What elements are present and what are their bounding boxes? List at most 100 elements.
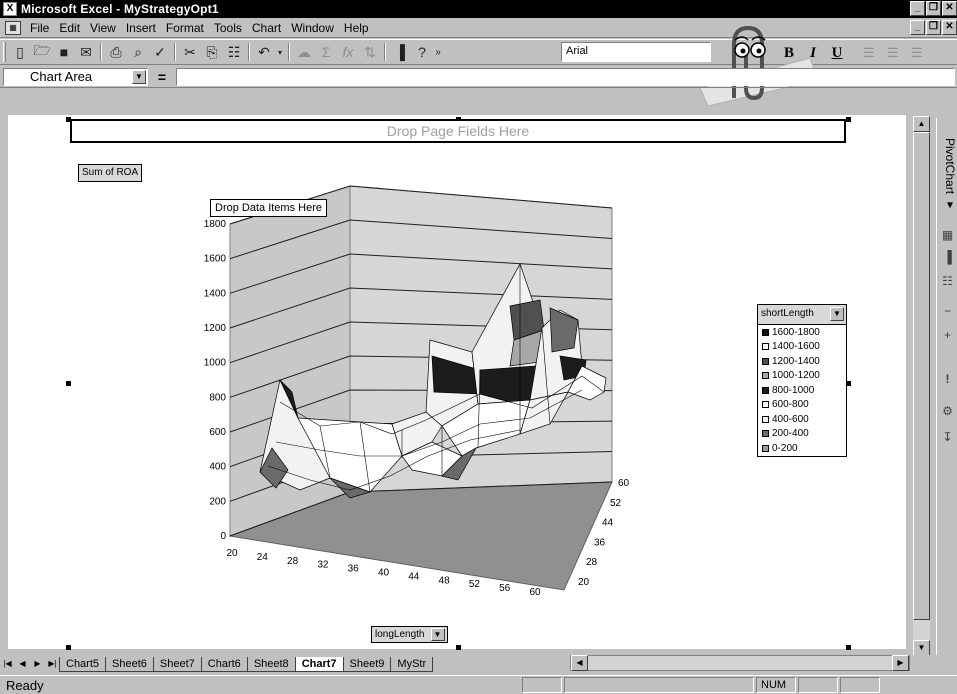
- excel-app-icon[interactable]: X: [3, 2, 17, 16]
- refresh-data-icon[interactable]: !: [939, 372, 956, 389]
- document-icon[interactable]: ▦: [5, 20, 21, 35]
- pivot-report-icon[interactable]: ☷: [939, 274, 956, 291]
- formula-input[interactable]: [176, 67, 955, 86]
- save-icon[interactable]: ■: [53, 41, 75, 63]
- scroll-up-icon[interactable]: ▲: [913, 116, 930, 132]
- legend-item: 600-800: [758, 398, 846, 413]
- menu-file[interactable]: File: [25, 21, 54, 35]
- first-sheet-icon[interactable]: |◀: [0, 657, 15, 672]
- drop-page-fields-area[interactable]: Drop Page Fields Here: [70, 119, 846, 143]
- doc-close-button[interactable]: ✕: [942, 20, 957, 35]
- selection-handle[interactable]: [456, 645, 461, 650]
- legend-swatch: [762, 386, 769, 394]
- x-tick-label: 20: [226, 548, 238, 559]
- data-field-button[interactable]: Sum of ROA: [78, 164, 143, 182]
- drop-data-items-area[interactable]: Drop Data Items Here: [210, 199, 327, 217]
- menu-chart[interactable]: Chart: [247, 21, 286, 35]
- legend-label: 800-1000: [772, 384, 815, 396]
- sheet-tab[interactable]: Chart6: [200, 656, 248, 672]
- x-tick-label: 32: [317, 560, 329, 571]
- sheet-tab[interactable]: Chart5: [59, 656, 107, 672]
- new-icon[interactable]: ▯: [9, 41, 31, 63]
- surface-plot[interactable]: 0 200 400 600 800 1000 1200 1400 1600 1800 20 24 28…: [180, 180, 660, 610]
- category-field-button[interactable]: longLength ▼: [371, 626, 448, 643]
- menu-insert[interactable]: Insert: [121, 21, 161, 35]
- scroll-thumb[interactable]: [913, 132, 930, 620]
- next-sheet-icon[interactable]: ▶: [30, 657, 45, 672]
- legend[interactable]: shortLength ▼ 1600-1800 1400-1600 1200-140…: [757, 304, 847, 457]
- scroll-down-icon[interactable]: ▼: [913, 640, 930, 656]
- sheet-tab[interactable]: Sheet8: [246, 656, 296, 672]
- spelling-icon[interactable]: ✓: [149, 41, 171, 63]
- help-icon[interactable]: ?: [411, 41, 433, 63]
- sheet-tab[interactable]: Sheet6: [105, 656, 154, 672]
- close-button[interactable]: ✕: [942, 1, 957, 16]
- field-list-icon[interactable]: ↧: [939, 430, 956, 447]
- legend-swatch: [762, 444, 769, 452]
- menu-format[interactable]: Format: [161, 21, 209, 35]
- hyperlink-icon[interactable]: ☁: [293, 41, 315, 63]
- selection-handle[interactable]: [66, 381, 71, 386]
- horizontal-scrollbar[interactable]: ◀ ▶: [570, 655, 910, 671]
- category-field-dropdown-icon[interactable]: ▼: [430, 628, 445, 641]
- menu-view[interactable]: View: [85, 21, 121, 35]
- more-buttons-icon[interactable]: »: [433, 41, 443, 63]
- toolbar-grip[interactable]: [3, 42, 6, 62]
- email-icon[interactable]: ✉: [75, 41, 97, 63]
- sheet-tab[interactable]: Sheet9: [342, 656, 392, 672]
- legend-label: 400-600: [772, 413, 809, 425]
- previous-sheet-icon[interactable]: ◀: [15, 657, 30, 672]
- font-name-select[interactable]: Arial: [561, 42, 711, 62]
- office-assistant-clippy[interactable]: [690, 18, 820, 106]
- open-icon[interactable]: 🗁: [31, 41, 53, 63]
- undo-dropdown-icon[interactable]: ▾: [275, 41, 285, 63]
- minimize-button[interactable]: _: [910, 1, 925, 16]
- formula-equals-button[interactable]: =: [148, 69, 176, 85]
- hide-detail-icon[interactable]: −: [939, 304, 956, 321]
- doc-minimize-button[interactable]: _: [910, 20, 925, 35]
- copy-icon[interactable]: ⎘: [201, 41, 223, 63]
- scroll-left-icon[interactable]: ◀: [571, 655, 588, 671]
- show-detail-icon[interactable]: +: [939, 328, 956, 345]
- series-field-dropdown-icon[interactable]: ▼: [830, 307, 844, 321]
- selection-handle[interactable]: [846, 117, 851, 122]
- underline-button[interactable]: U: [826, 42, 848, 64]
- selection-handle[interactable]: [66, 645, 71, 650]
- doc-restore-button[interactable]: ❐: [926, 20, 941, 35]
- chart-wizard-icon[interactable]: ▐: [939, 250, 956, 267]
- selection-handle[interactable]: [846, 645, 851, 650]
- align-center-icon[interactable]: ☰: [882, 42, 904, 64]
- chart-wizard-icon[interactable]: ▐: [389, 41, 411, 63]
- autosum-icon[interactable]: Σ: [315, 41, 337, 63]
- sheet-tab[interactable]: Chart7: [294, 656, 344, 672]
- cut-icon[interactable]: ✂: [179, 41, 201, 63]
- menu-edit[interactable]: Edit: [54, 21, 85, 35]
- status-cell: [798, 677, 838, 693]
- name-box[interactable]: Chart Area ▼: [3, 67, 148, 86]
- pivotchart-toolbar-title[interactable]: PivotChart ▾: [939, 138, 957, 238]
- format-report-icon[interactable]: ▦: [939, 228, 956, 245]
- print-icon[interactable]: ⎙: [105, 41, 127, 63]
- sheet-tab[interactable]: MyStr: [390, 656, 434, 672]
- last-sheet-icon[interactable]: ▶|: [45, 657, 60, 672]
- menu-tools[interactable]: Tools: [209, 21, 247, 35]
- undo-icon[interactable]: ↶: [253, 41, 275, 63]
- vertical-scrollbar[interactable]: ▲ ▼: [913, 116, 930, 656]
- x-tick-label: 24: [257, 552, 269, 563]
- sort-ascending-icon[interactable]: ⇅: [359, 41, 381, 63]
- align-right-icon[interactable]: ☰: [906, 42, 928, 64]
- menu-help[interactable]: Help: [339, 21, 374, 35]
- scroll-right-icon[interactable]: ▶: [892, 655, 909, 671]
- align-left-icon[interactable]: ☰: [858, 42, 880, 64]
- series-field-button[interactable]: shortLength ▼: [758, 305, 846, 325]
- x-tick-label: 36: [348, 564, 360, 575]
- restore-button[interactable]: ❐: [926, 1, 941, 16]
- sheet-tab[interactable]: Sheet7: [152, 656, 202, 672]
- print-preview-icon[interactable]: ⌕: [127, 41, 149, 63]
- category-field-label: longLength: [375, 629, 425, 640]
- paste-icon[interactable]: ☷: [223, 41, 245, 63]
- name-box-dropdown-icon[interactable]: ▼: [132, 69, 146, 84]
- function-icon[interactable]: fx: [337, 41, 359, 63]
- field-settings-icon[interactable]: ⚙: [939, 404, 956, 421]
- menu-window[interactable]: Window: [286, 21, 339, 35]
